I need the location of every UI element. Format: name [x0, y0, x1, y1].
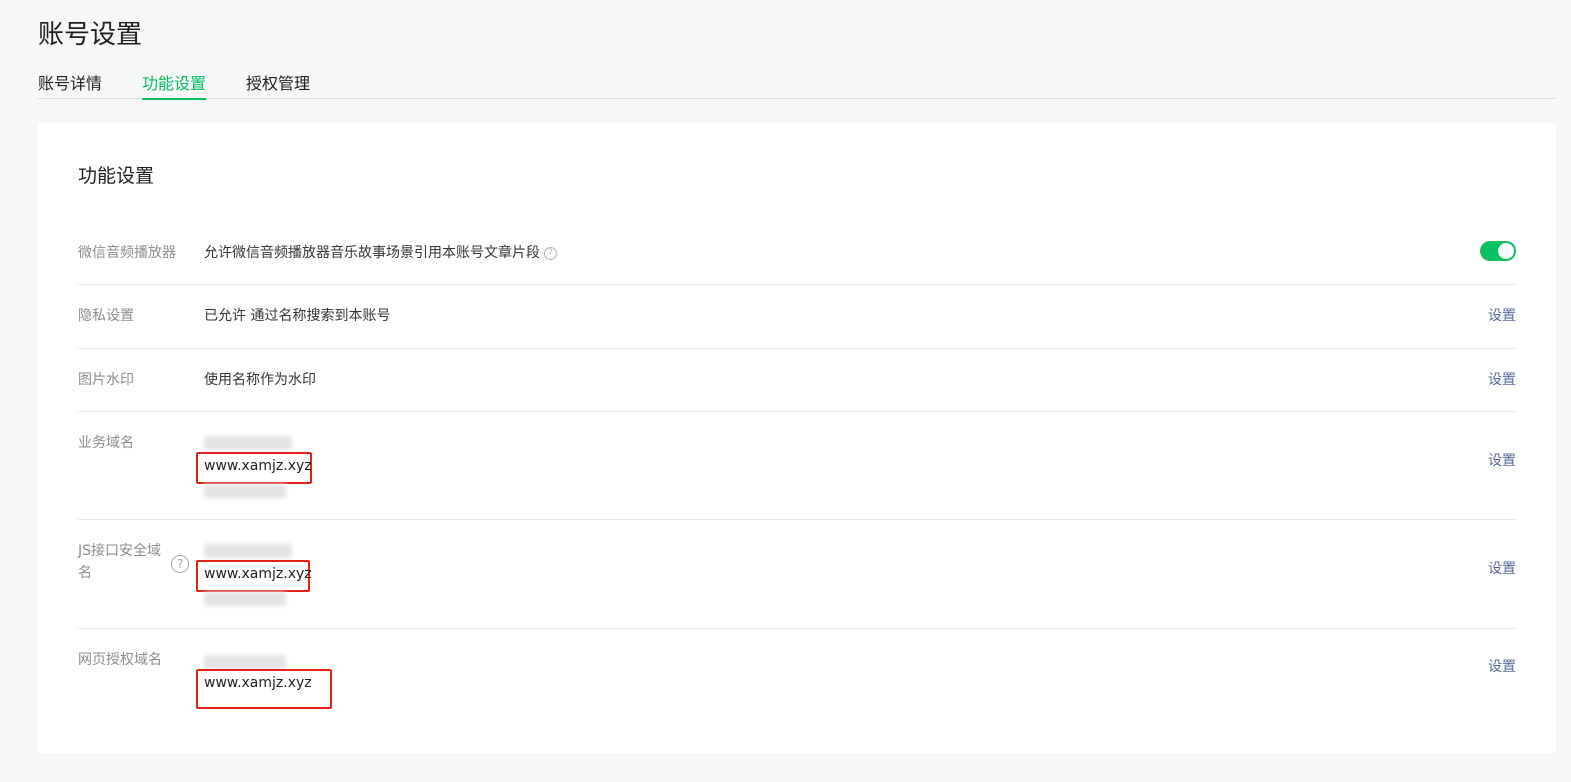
row-js-domain: JS接口安全域名 ? www.xamjz.xyz 设置: [78, 520, 1516, 629]
privacy-settings-button[interactable]: 设置: [1488, 305, 1516, 327]
row-description: 已允许 通过名称搜索到本账号: [204, 308, 391, 324]
row-label: 网页授权域名: [78, 652, 162, 668]
domain-value: www.xamjz.xyz: [204, 566, 312, 582]
row-watermark: 图片水印 使用名称作为水印 设置: [78, 349, 1516, 412]
blurred-domain: [204, 655, 286, 669]
question-circle-icon[interactable]: ?: [171, 555, 189, 573]
blurred-domain: [204, 484, 286, 498]
js-domain-settings-button[interactable]: 设置: [1488, 558, 1516, 580]
row-description-text: 允许微信音频播放器音乐故事场景引用本账号文章片段: [204, 245, 540, 261]
row-label: JS接口安全域名: [78, 543, 162, 581]
blurred-domain: [204, 544, 292, 558]
row-description: 使用名称作为水印: [204, 372, 316, 388]
row-web-auth-domain: 网页授权域名 www.xamjz.xyz 设置: [78, 629, 1516, 729]
row-label: 微信音频播放器: [78, 245, 176, 261]
row-label: 隐私设置: [78, 308, 134, 324]
business-domain-settings-button[interactable]: 设置: [1488, 450, 1516, 472]
highlighted-domain-box: www.xamjz.xyz: [196, 669, 332, 709]
domain-value: www.xamjz.xyz: [204, 675, 312, 691]
row-label: 图片水印: [78, 372, 134, 388]
question-circle-icon[interactable]: ?: [544, 246, 557, 260]
section-title: 功能设置: [78, 165, 155, 187]
row-business-domain: 业务域名 www.xamjz.xyz 设置: [78, 412, 1516, 520]
watermark-settings-button[interactable]: 设置: [1488, 369, 1516, 391]
web-auth-domain-settings-button[interactable]: 设置: [1488, 656, 1516, 678]
settings-card: 功能设置 微信音频播放器 允许微信音频播放器音乐故事场景引用本账号文章片段? 隐…: [38, 123, 1556, 753]
tab-bar: 账号详情 功能设置 授权管理: [38, 70, 1556, 100]
audio-player-toggle[interactable]: [1480, 241, 1516, 261]
row-label: 业务域名: [78, 435, 134, 451]
page-title: 账号设置: [38, 20, 143, 50]
blurred-domain: [204, 436, 292, 450]
highlighted-domain-box: www.xamjz.xyz: [196, 452, 312, 484]
row-audio-player: 微信音频播放器 允许微信音频播放器音乐故事场景引用本账号文章片段?: [78, 233, 1516, 285]
blurred-domain: [204, 592, 286, 606]
row-description: 允许微信音频播放器音乐故事场景引用本账号文章片段?: [204, 242, 557, 264]
toggle-knob: [1498, 243, 1514, 259]
highlighted-domain-box: www.xamjz.xyz: [196, 560, 312, 592]
tab-feature-settings[interactable]: 功能设置: [142, 70, 207, 100]
row-privacy: 隐私设置 已允许 通过名称搜索到本账号 设置: [78, 285, 1516, 349]
domain-value: www.xamjz.xyz: [204, 458, 312, 474]
tab-account-details[interactable]: 账号详情: [38, 70, 102, 99]
tab-authorization-management[interactable]: 授权管理: [246, 70, 310, 99]
